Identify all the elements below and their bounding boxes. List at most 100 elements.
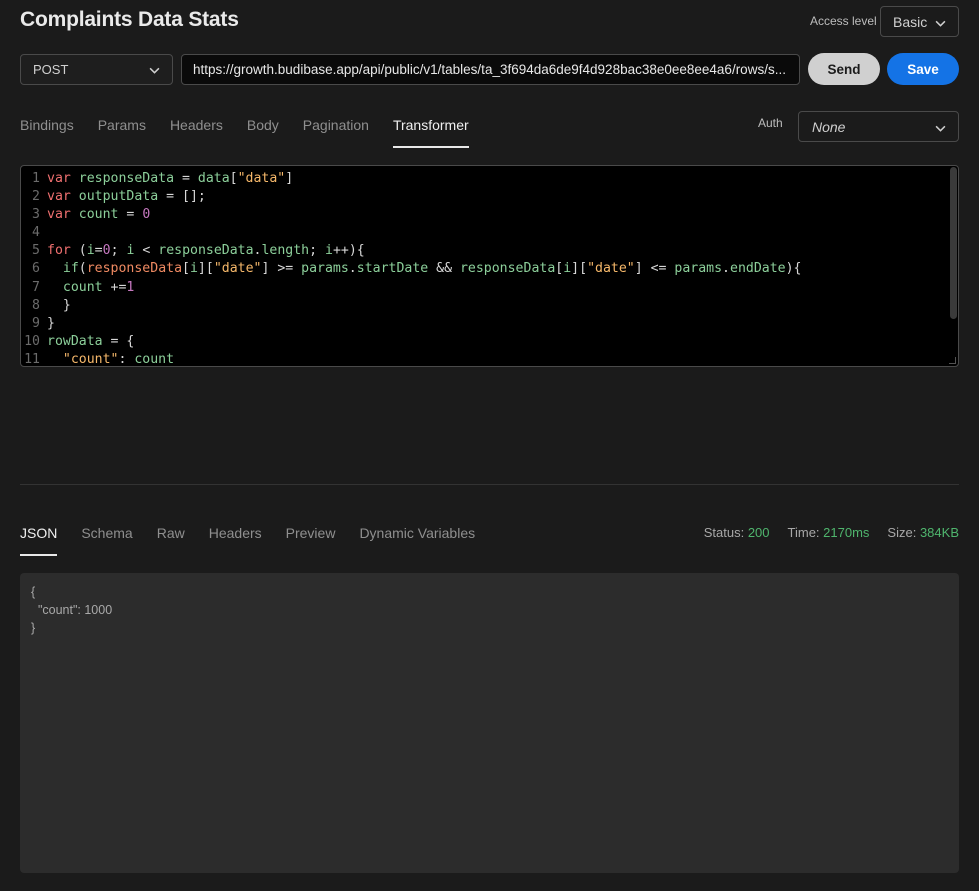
resize-grip-icon[interactable] bbox=[949, 357, 956, 364]
code-text: count +=1 bbox=[47, 279, 134, 297]
line-number: 8 bbox=[32, 297, 40, 313]
auth-select[interactable]: None bbox=[798, 111, 959, 142]
tab-preview[interactable]: Preview bbox=[286, 525, 336, 541]
code-token: rowData bbox=[47, 333, 103, 349]
editor-scrollbar[interactable] bbox=[950, 167, 957, 319]
code-token: = []; bbox=[158, 189, 206, 205]
code-token: } bbox=[47, 297, 71, 313]
line-number: 3 bbox=[32, 207, 40, 223]
save-button[interactable]: Save bbox=[887, 53, 959, 85]
code-token: count bbox=[134, 351, 175, 367]
code-token: count bbox=[78, 207, 119, 223]
method-select[interactable]: POST bbox=[20, 54, 173, 85]
panel-divider[interactable] bbox=[20, 484, 959, 485]
code-line: 8 } bbox=[21, 297, 958, 315]
tab-bindings[interactable]: Bindings bbox=[20, 117, 74, 133]
code-text: var outputData = []; bbox=[47, 188, 206, 206]
tab-json[interactable]: JSON bbox=[20, 525, 58, 556]
send-button[interactable]: Send bbox=[808, 53, 880, 85]
code-token: endDate bbox=[730, 261, 786, 277]
code-text: var responseData = data["data"] bbox=[47, 170, 293, 188]
tab-pagination[interactable]: Pagination bbox=[303, 117, 369, 133]
code-token: responseData bbox=[459, 261, 556, 277]
time-value: 2170ms bbox=[823, 525, 870, 540]
code-token: "date" bbox=[587, 261, 635, 277]
code-token: i bbox=[325, 243, 333, 259]
code-token: responseData bbox=[158, 243, 254, 259]
tab-response-headers[interactable]: Headers bbox=[209, 525, 262, 541]
code-token: startDate bbox=[356, 261, 429, 277]
code-token: for bbox=[47, 243, 71, 259]
code-token: . bbox=[722, 261, 730, 277]
code-token: "date" bbox=[213, 261, 262, 277]
access-level-label: Access level bbox=[810, 14, 877, 28]
code-token: ] <= bbox=[634, 261, 675, 277]
size-value: 384KB bbox=[919, 525, 959, 540]
code-token: var bbox=[47, 171, 71, 186]
tab-schema[interactable]: Schema bbox=[81, 525, 132, 541]
code-token: 0 bbox=[142, 207, 151, 223]
code-token: = bbox=[118, 207, 143, 223]
code-token: : bbox=[118, 351, 135, 367]
transformer-code-editor[interactable]: 1 var responseData = data["data"] 2 var out… bbox=[20, 165, 959, 367]
time-label: Time: bbox=[787, 525, 820, 540]
code-text: } bbox=[47, 315, 55, 333]
code-line: 1 var responseData = data["data"] bbox=[21, 170, 958, 188]
line-number: 11 bbox=[24, 351, 40, 367]
chevron-down-icon bbox=[935, 121, 946, 137]
code-token: = bbox=[94, 243, 103, 259]
code-text: if(responseData[i]["date"] >= params.sta… bbox=[47, 260, 802, 278]
url-input[interactable]: https://growth.budibase.app/api/public/v… bbox=[181, 54, 800, 85]
line-number: 4 bbox=[32, 225, 40, 241]
status-value: 200 bbox=[747, 525, 770, 540]
code-token: length bbox=[261, 243, 310, 259]
code-text: var count = 0 bbox=[47, 206, 150, 224]
code-token: = { bbox=[102, 333, 135, 349]
code-token: "data" bbox=[237, 171, 286, 186]
code-token: = bbox=[174, 171, 198, 186]
code-line: 2 var outputData = []; bbox=[21, 188, 958, 206]
code-token: && bbox=[428, 261, 460, 277]
code-token: responseData bbox=[86, 261, 183, 277]
status-stat: Status: 200 bbox=[704, 525, 770, 540]
code-line: 4 bbox=[21, 224, 958, 242]
tab-transformer[interactable]: Transformer bbox=[392, 117, 469, 148]
tab-headers[interactable]: Headers bbox=[170, 117, 223, 133]
code-token: } bbox=[47, 315, 55, 331]
code-token: i bbox=[86, 243, 95, 259]
code-token: [ bbox=[229, 171, 238, 186]
code-lines: 1 var responseData = data["data"] 2 var out… bbox=[21, 166, 958, 367]
tab-body[interactable]: Body bbox=[247, 117, 279, 133]
code-token: params bbox=[301, 261, 349, 277]
code-token: params bbox=[674, 261, 723, 277]
response-json-body: { "count": 1000 } bbox=[20, 573, 959, 873]
tab-dynamic-variables[interactable]: Dynamic Variables bbox=[359, 525, 475, 541]
line-number: 10 bbox=[24, 333, 40, 349]
line-number: 6 bbox=[32, 261, 40, 277]
tab-params[interactable]: Params bbox=[98, 117, 146, 133]
code-token: ] bbox=[285, 171, 294, 186]
code-token: ( bbox=[78, 261, 87, 277]
access-level-value: Basic bbox=[893, 13, 928, 30]
code-token: . bbox=[348, 261, 357, 277]
code-token: count bbox=[62, 279, 103, 295]
code-line: 7 count +=1 bbox=[21, 279, 958, 297]
auth-label: Auth bbox=[758, 116, 783, 130]
code-token: += bbox=[102, 279, 127, 295]
page-title: Complaints Data Stats bbox=[20, 8, 239, 31]
request-tabs: Bindings Params Headers Body Pagination … bbox=[20, 117, 493, 148]
code-token: ){ bbox=[785, 261, 802, 277]
tab-raw[interactable]: Raw bbox=[157, 525, 185, 541]
response-tabs: JSON Schema Raw Headers Preview Dynamic … bbox=[20, 525, 499, 556]
access-level-select[interactable]: Basic bbox=[880, 6, 959, 37]
code-token: var bbox=[47, 207, 71, 223]
auth-value: None bbox=[812, 118, 846, 135]
code-token: if bbox=[62, 261, 79, 277]
code-token: "count" bbox=[62, 351, 119, 367]
size-stat: Size: 384KB bbox=[887, 525, 959, 540]
code-token: var bbox=[47, 189, 71, 205]
code-token: [ bbox=[182, 261, 190, 277]
code-token: 0 bbox=[102, 243, 111, 259]
